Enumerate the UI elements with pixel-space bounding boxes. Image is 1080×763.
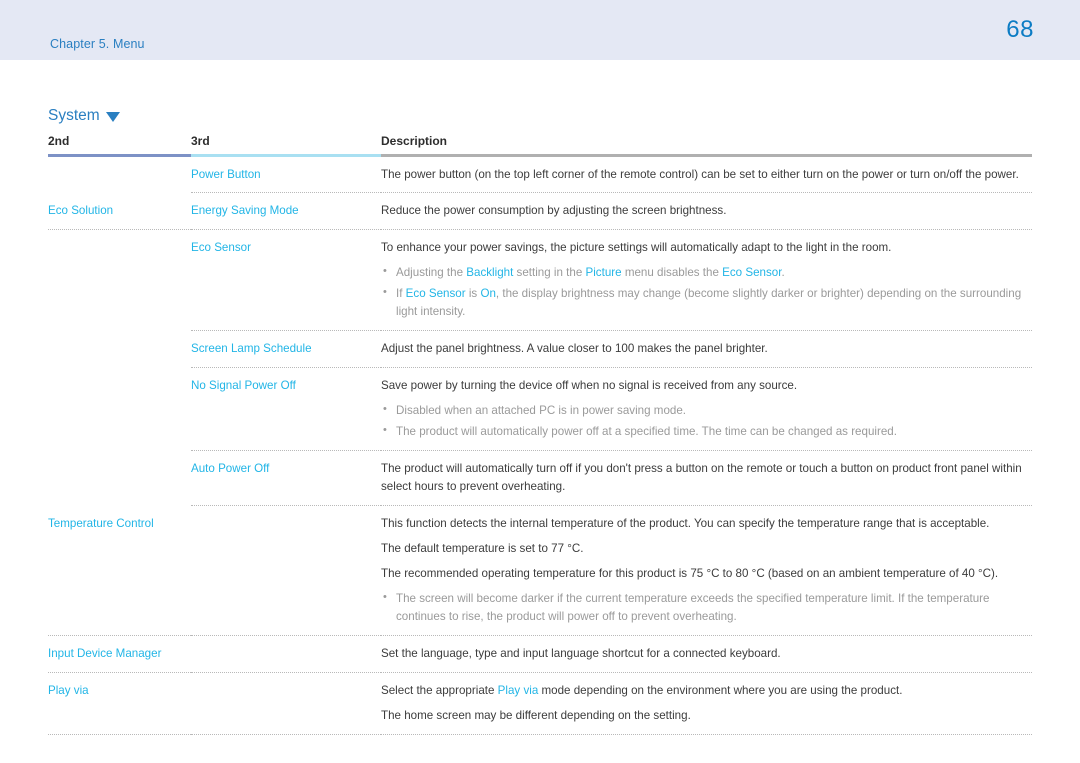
description-paragraph: The home screen may be different dependi… [381,707,1022,725]
caret-down-icon [105,111,120,122]
cell-2nd [48,451,191,506]
description-paragraph: This function detects the internal tempe… [381,517,990,531]
table-row: Power Button The power button (on the top… [48,155,1032,194]
cell-3rd: Energy Saving Mode [191,192,381,231]
cell-3rd: Eco Sensor [191,229,381,332]
cell-3rd [191,505,381,636]
cell-3rd: Power Button [191,155,381,194]
text-run: Select the appropriate [381,683,498,697]
accent-term: Picture [585,266,622,280]
cell-description: The power button (on the top left corner… [381,155,1032,194]
table-header-row: 2nd 3rd Description [48,133,1032,157]
cell-3rd [191,635,381,673]
note-list: The screen will become darker if the cur… [381,589,1022,626]
page-number: 68 [1006,16,1034,43]
text-run: If [396,287,406,301]
text-run: menu disables the [621,266,723,280]
description-paragraph: Save power by turning the device off whe… [381,379,798,393]
column-header-3rd: 3rd [191,133,381,157]
cell-description: Set the language, type and input languag… [381,635,1032,673]
note-item: If Eco Sensor is On, the display brightn… [381,284,1022,321]
cell-2nd [48,230,191,331]
table-row: Eco Sensor To enhance your power savings,… [48,229,1032,332]
text-run: is [465,287,481,301]
note-item: Disabled when an attached PC is in power… [381,401,1022,420]
table-row: Temperature Control This function detects… [48,505,1032,636]
description-paragraph: Set the language, type and input languag… [381,646,781,660]
cell-description: Select the appropriate Play via mode dep… [381,672,1032,735]
accent-term: Play via [497,683,539,697]
table-row: Eco Solution Energy Saving Mode Reduce the… [48,192,1032,231]
section-heading-label: System [48,107,100,124]
text-run: . [781,266,785,280]
table-row: Auto Power Off The product will automatic… [48,450,1032,507]
table-row: Play via Select the appropriate Play via … [48,672,1032,735]
note-list: Adjusting the Backlight setting in the P… [381,263,1022,321]
section-heading: System [48,108,1032,124]
text-run: The product will automatically power off… [396,425,897,439]
note-item: The screen will become darker if the cur… [381,589,1022,626]
note-item: The product will automatically power off… [381,422,1022,441]
accent-term: Eco Sensor [405,287,466,301]
table-row: Input Device Manager Set the language, ty… [48,635,1032,673]
cell-2nd [48,331,191,368]
description-paragraph: The power button (on the top left corner… [381,167,1019,181]
table-body: Power Button The power button (on the top… [48,155,1032,735]
cell-3rd: No Signal Power Off [191,367,381,452]
column-header-description: Description [381,133,1032,157]
table-header: 2nd 3rd Description [48,133,1032,157]
cell-3rd [191,672,381,735]
table-row: Screen Lamp Schedule Adjust the panel bri… [48,330,1032,369]
cell-2nd [48,368,191,451]
cell-description: Save power by turning the device off whe… [381,367,1032,452]
column-header-2nd: 2nd [48,133,191,157]
text-run: Adjusting the [396,266,467,280]
page-content: System 2nd 3rd Description Power Button T… [0,108,1080,735]
text-run: The home screen may be different dependi… [381,708,691,722]
description-paragraph: Reduce the power consumption by adjustin… [381,204,727,218]
description-paragraph: The product will automatically turn off … [381,462,1022,494]
text-run: setting in the [513,266,586,280]
running-header: Chapter 5. Menu 68 [0,0,1080,60]
cell-description: Adjust the panel brightness. A value clo… [381,330,1032,369]
cell-description: This function detects the internal tempe… [381,505,1032,636]
accent-term: Backlight [466,266,514,280]
cell-2nd [48,155,191,193]
cell-description: Reduce the power consumption by adjustin… [381,192,1032,231]
cell-description: The product will automatically turn off … [381,450,1032,507]
note-item: Adjusting the Backlight setting in the P… [381,263,1022,282]
accent-term: On [480,287,496,301]
description-paragraph: The default temperature is set to 77 °C. [381,542,584,556]
cell-2nd: Input Device Manager [48,635,191,673]
table-row: No Signal Power Off Save power by turning… [48,367,1032,452]
description-paragraph: The recommended operating temperature fo… [381,567,999,581]
text-run: mode depending on the environment where … [538,683,903,697]
text-run: Disabled when an attached PC is in power… [396,404,687,418]
accent-term: Eco Sensor [722,266,782,280]
chapter-label: Chapter 5. Menu [50,37,145,51]
cell-3rd: Auto Power Off [191,450,381,507]
cell-2nd: Play via [48,672,191,735]
description-paragraph: To enhance your power savings, the pictu… [381,241,892,255]
description-paragraph: Select the appropriate Play via mode dep… [381,682,1022,700]
text-run: The screen will become darker if the cur… [396,592,990,623]
description-paragraph: Adjust the panel brightness. A value clo… [381,342,768,356]
cell-2nd: Eco Solution [48,192,191,231]
menu-settings-table: 2nd 3rd Description Power Button The powe… [48,133,1032,735]
cell-description: To enhance your power savings, the pictu… [381,229,1032,332]
cell-2nd: Temperature Control [48,505,191,636]
cell-3rd: Screen Lamp Schedule [191,330,381,369]
note-list: Disabled when an attached PC is in power… [381,401,1022,441]
